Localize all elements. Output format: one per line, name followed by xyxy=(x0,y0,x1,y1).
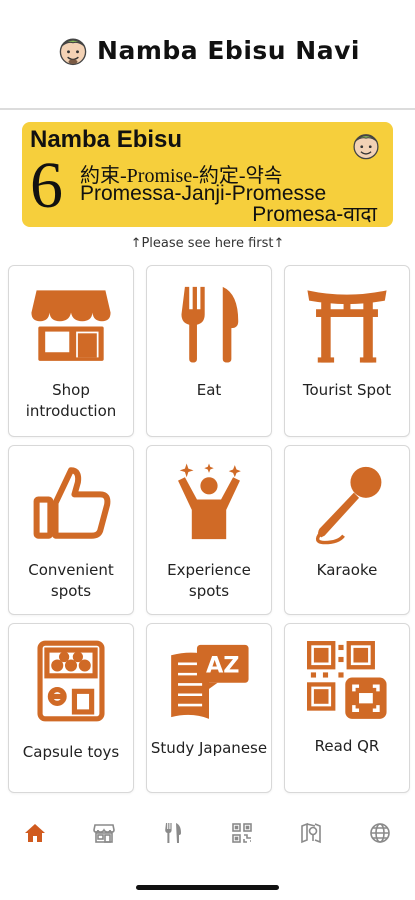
tab-home[interactable] xyxy=(20,818,50,848)
storefront-icon xyxy=(31,290,111,361)
tab-shops[interactable] xyxy=(89,818,119,848)
menu-card-label: Karaoke xyxy=(316,561,378,579)
menu-card-karaoke[interactable]: Karaoke xyxy=(284,445,410,615)
fork-knife-icon xyxy=(181,286,239,363)
tab-eat[interactable] xyxy=(158,818,188,848)
qr-code-icon xyxy=(307,641,387,719)
menu-card-read-qr[interactable]: Read QR xyxy=(284,623,410,793)
menu-card-tourist-spot[interactable]: Tourist Spot xyxy=(284,265,410,437)
app-title: Namba Ebisu Navi xyxy=(97,35,360,65)
menu-card-label: Capsule toys xyxy=(22,743,120,761)
book-az-icon: AZ xyxy=(171,644,249,719)
menu-card-label: Tourist Spot xyxy=(302,381,392,399)
tab-map[interactable] xyxy=(296,818,326,848)
menu-card-study-japanese[interactable]: AZ Study Japanese xyxy=(146,623,272,793)
banner-line-3: Promesa-वादा xyxy=(252,203,377,226)
ebisu-mascot-icon xyxy=(59,38,87,66)
qr-code-icon xyxy=(232,823,252,843)
svg-text:AZ: AZ xyxy=(206,652,240,678)
menu-card-label: Shop introduction xyxy=(25,381,117,420)
menu-card-label: Eat xyxy=(196,381,222,399)
microphone-icon xyxy=(315,466,382,545)
ebisu-mascot-icon xyxy=(353,134,379,160)
promise-banner[interactable]: Namba Ebisu 6 約束-Promise-約定-약속 Promessa-… xyxy=(22,122,393,227)
home-indicator[interactable] xyxy=(136,885,279,890)
home-icon xyxy=(25,824,45,842)
app-header: Namba Ebisu Navi xyxy=(0,0,415,110)
menu-card-capsule-toys[interactable]: Capsule toys xyxy=(8,623,134,793)
thumbs-up-icon xyxy=(33,467,111,539)
brand: Namba Ebisu Navi xyxy=(0,28,415,72)
menu-card-label: Experience spots xyxy=(167,561,251,600)
globe-icon xyxy=(370,823,390,843)
menu-card-label: Read QR xyxy=(314,737,380,755)
menu-card-convenient-spots[interactable]: Convenient spots xyxy=(8,445,134,615)
storefront-icon xyxy=(93,824,115,843)
capsule-machine-icon xyxy=(37,640,105,722)
fork-knife-icon xyxy=(165,823,181,843)
bottom-tab-bar xyxy=(0,810,415,856)
menu-card-shop-introduction[interactable]: Shop introduction xyxy=(8,265,134,437)
celebrating-person-icon xyxy=(178,463,241,540)
banner-number: 6 xyxy=(30,149,63,222)
tab-language[interactable] xyxy=(365,818,395,848)
menu-card-eat[interactable]: Eat xyxy=(146,265,272,437)
menu-card-label: Study Japanese xyxy=(150,739,268,757)
map-pin-icon xyxy=(301,822,321,844)
menu-card-experience-spots[interactable]: Experience spots xyxy=(146,445,272,615)
torii-gate-icon xyxy=(307,290,387,363)
tab-qr[interactable] xyxy=(227,818,257,848)
menu-card-label: Convenient spots xyxy=(28,561,114,600)
hint-text: ↑Please see here first↑ xyxy=(130,236,285,251)
